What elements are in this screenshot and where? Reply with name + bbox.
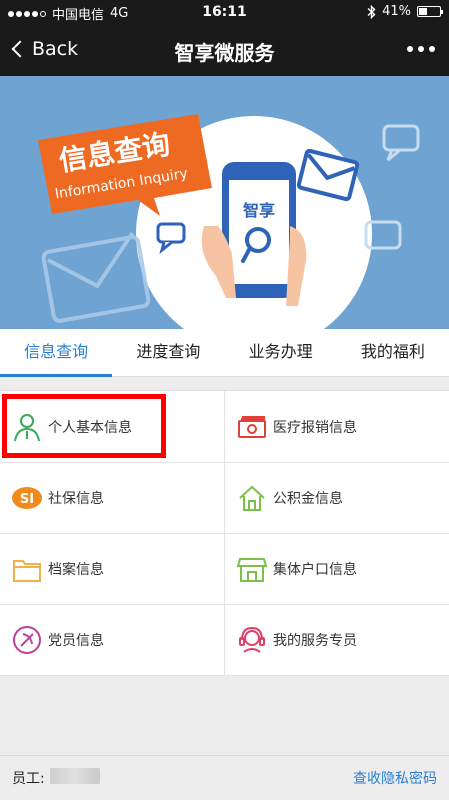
tab-bar: 信息查询 进度查询 业务办理 我的福利 [0, 329, 449, 377]
tab-2[interactable]: 业务办理 [225, 329, 337, 376]
grid-item-label: 个人基本信息 [48, 419, 132, 436]
grid-item-2[interactable]: SI 社保信息 [0, 462, 224, 533]
navigation-bar: Back 智享微服务 [0, 24, 449, 76]
banner-illustration: 智享 信息查询 Information Inquiry [38, 114, 420, 329]
status-right: 41% [367, 4, 443, 19]
grid-item-6[interactable]: 党员信息 [0, 604, 224, 675]
tab-0[interactable]: 信息查询 [0, 329, 113, 377]
grid-item-label: 医疗报销信息 [273, 419, 357, 436]
grid-item-0[interactable]: 个人基本信息 [0, 391, 224, 462]
bluetooth-icon [367, 4, 376, 19]
tab-3[interactable]: 我的福利 [337, 329, 449, 376]
phone-screen-text: 智享 [243, 201, 275, 220]
grid-item-5[interactable]: 集体户口信息 [225, 533, 449, 604]
banner: 智享 信息查询 Information Inquiry [0, 76, 449, 329]
grid-item-1[interactable]: 医疗报销信息 [225, 391, 449, 462]
money-icon [235, 410, 269, 444]
tab-1[interactable]: 进度查询 [112, 329, 224, 376]
grid-item-label: 集体户口信息 [273, 561, 357, 578]
party-emblem-icon [10, 623, 44, 657]
headset-icon [235, 623, 269, 657]
grid-item-label: 社保信息 [48, 490, 104, 507]
folder-icon [10, 552, 44, 586]
service-grid: 个人基本信息 医疗报销信息 SI 社保信息 公积金信息档案信息 集体户口信息党员信息 我的服… [0, 390, 449, 676]
more-dots-icon [407, 46, 413, 52]
person-icon [10, 410, 44, 444]
footer: 员工: 查收隐私密码 [0, 755, 449, 800]
shop-icon [235, 552, 269, 586]
social-security-icon: SI [10, 481, 44, 515]
grid-item-label: 公积金信息 [273, 490, 343, 507]
grid-item-3[interactable]: 公积金信息 [225, 462, 449, 533]
svg-text:SI: SI [20, 492, 34, 507]
battery-icon [417, 6, 443, 17]
privacy-password-link[interactable]: 查收隐私密码 [353, 768, 437, 788]
employee-label: 员工: [12, 771, 45, 787]
employee-name-redacted [50, 768, 100, 784]
more-options-button[interactable] [407, 46, 435, 52]
grid-item-label: 我的服务专员 [273, 632, 357, 649]
battery-percent: 41% [382, 4, 411, 19]
page-title: 智享微服务 [174, 41, 275, 65]
chat-bubble-icon [364, 124, 420, 250]
grid-item-label: 档案信息 [48, 561, 104, 578]
grid-item-7[interactable]: 我的服务专员 [225, 604, 449, 675]
house-icon [235, 481, 269, 515]
grid-item-4[interactable]: 档案信息 [0, 533, 224, 604]
grid-item-label: 党员信息 [48, 632, 104, 649]
status-bar: 中国电信 4G 16:11 41% [0, 0, 449, 24]
envelope-icon [41, 231, 151, 323]
